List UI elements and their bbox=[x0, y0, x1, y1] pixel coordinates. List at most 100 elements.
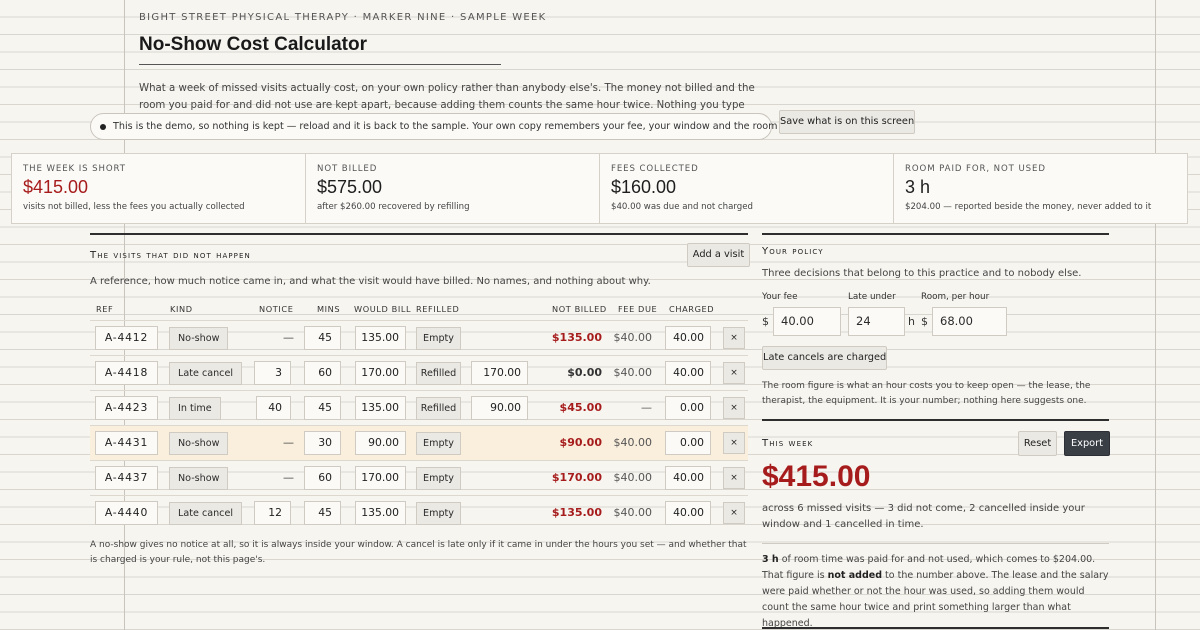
stat-room-unused: ROOM PAID FOR, NOT USED 3 h $204.00 — re… bbox=[894, 154, 1187, 223]
visit-kind-select[interactable]: No-show bbox=[169, 327, 229, 350]
notice-field[interactable]: 3 bbox=[254, 361, 291, 385]
charged-field[interactable]: 40.00 bbox=[665, 361, 711, 385]
visits-rule bbox=[90, 233, 748, 235]
fee-prefix: $ bbox=[762, 315, 769, 328]
table-row: A-4418 Late cancel 3 60 170.00 Refilled … bbox=[90, 355, 748, 390]
stat-label: ROOM PAID FOR, NOT USED bbox=[905, 164, 1046, 174]
visit-ref-field[interactable]: A-4412 bbox=[95, 326, 158, 350]
would-bill-field[interactable]: 135.00 bbox=[355, 396, 406, 420]
refilled-toggle[interactable]: Empty bbox=[416, 502, 461, 525]
refilled-toggle[interactable]: Empty bbox=[416, 432, 461, 455]
notice-value: — bbox=[283, 471, 294, 484]
visits-subtitle: A reference, how much notice came in, an… bbox=[90, 276, 651, 287]
practice-kicker: BIGHT STREET PHYSICAL THERAPY · MARKER N… bbox=[139, 12, 547, 23]
fee-due-value: — bbox=[641, 401, 652, 414]
not-billed-value: $90.00 bbox=[559, 436, 602, 449]
stat-sub: $204.00 — reported beside the money, nev… bbox=[905, 202, 1152, 212]
demo-notice: This is the demo, so nothing is kept — r… bbox=[90, 113, 803, 140]
visit-ref-field[interactable]: A-4423 bbox=[95, 396, 158, 420]
late-cancel-toggle[interactable]: Late cancels are charged bbox=[762, 346, 887, 370]
refilled-toggle[interactable]: Refilled bbox=[416, 362, 461, 385]
room-hours: 3 h bbox=[762, 554, 779, 565]
visit-ref-field[interactable]: A-4418 bbox=[95, 361, 158, 385]
recovered-field[interactable]: 170.00 bbox=[471, 361, 528, 385]
visit-kind-select[interactable]: No-show bbox=[169, 432, 229, 455]
stat-value: $160.00 bbox=[611, 177, 677, 197]
refilled-toggle[interactable]: Refilled bbox=[416, 397, 461, 420]
table-row-highlighted: A-4431 No-show — 30 90.00 Empty $90.00 $… bbox=[90, 425, 748, 460]
visit-ref-field[interactable]: A-4437 bbox=[95, 466, 158, 490]
would-bill-field[interactable]: 170.00 bbox=[355, 466, 406, 490]
remove-visit-button[interactable]: × bbox=[723, 327, 745, 349]
remove-visit-button[interactable]: × bbox=[723, 397, 745, 419]
reset-button[interactable]: Reset bbox=[1018, 431, 1057, 456]
margin-line-left bbox=[124, 0, 125, 630]
fee-label: Your fee bbox=[762, 292, 798, 302]
week-title: This week bbox=[762, 438, 814, 449]
remove-visit-button[interactable]: × bbox=[723, 502, 745, 524]
margin-line-right bbox=[1155, 0, 1156, 630]
charged-field[interactable]: 40.00 bbox=[665, 466, 711, 490]
policy-title: Your policy bbox=[762, 246, 824, 257]
remove-visit-button[interactable]: × bbox=[723, 467, 745, 489]
room-prefix: $ bbox=[921, 315, 928, 328]
late-under-field[interactable]: 24 bbox=[848, 307, 905, 336]
fee-due-value: $40.00 bbox=[613, 366, 653, 379]
table-row: A-4440 Late cancel 12 45 135.00 Empty $1… bbox=[90, 495, 748, 530]
col-notice: NOTICE bbox=[259, 304, 294, 314]
charged-field[interactable]: 40.00 bbox=[665, 326, 711, 350]
demo-notice-text: This is the demo, so nothing is kept — r… bbox=[113, 121, 804, 132]
visit-kind-select[interactable]: Late cancel bbox=[169, 502, 243, 525]
visit-kind-select[interactable]: No-show bbox=[169, 467, 229, 490]
mins-field[interactable]: 45 bbox=[304, 501, 341, 525]
recovered-field[interactable]: 90.00 bbox=[471, 396, 528, 420]
col-would-bill: WOULD BILL bbox=[354, 304, 412, 314]
visit-kind-select[interactable]: Late cancel bbox=[169, 362, 243, 385]
visit-ref-field[interactable]: A-4440 bbox=[95, 501, 158, 525]
stat-sub: $40.00 was due and not charged bbox=[611, 202, 753, 212]
would-bill-field[interactable]: 135.00 bbox=[355, 501, 406, 525]
remove-visit-button[interactable]: × bbox=[723, 432, 745, 454]
would-bill-field[interactable]: 90.00 bbox=[355, 431, 406, 455]
mins-field[interactable]: 45 bbox=[304, 326, 341, 350]
notice-field[interactable]: 40 bbox=[256, 396, 291, 420]
bottom-rule bbox=[762, 627, 1109, 629]
not-added-emphasis: not added bbox=[827, 570, 883, 581]
would-bill-field[interactable]: 170.00 bbox=[355, 361, 406, 385]
refilled-toggle[interactable]: Empty bbox=[416, 327, 461, 350]
stat-value: $415.00 bbox=[23, 177, 89, 197]
week-divider bbox=[762, 543, 1109, 544]
refilled-toggle[interactable]: Empty bbox=[416, 467, 461, 490]
charged-field[interactable]: 0.00 bbox=[665, 431, 711, 455]
notice-field[interactable]: 12 bbox=[254, 501, 291, 525]
stat-label: NOT BILLED bbox=[317, 164, 378, 174]
charged-field[interactable]: 40.00 bbox=[665, 501, 711, 525]
visit-kind-select[interactable]: In time bbox=[169, 397, 221, 420]
save-button[interactable]: Save what is on this screen bbox=[779, 110, 915, 134]
room-cost-field[interactable]: 68.00 bbox=[932, 307, 1007, 336]
room-note: The room figure is what an hour costs yo… bbox=[762, 381, 1091, 406]
col-mins: MINS bbox=[317, 304, 341, 314]
mins-field[interactable]: 60 bbox=[304, 466, 341, 490]
room-cost-label: Room, per hour bbox=[921, 292, 990, 302]
stat-value: 3 h bbox=[905, 177, 931, 197]
remove-visit-button[interactable]: × bbox=[723, 362, 745, 384]
page-title: No-Show Cost Calculator bbox=[139, 34, 368, 55]
stat-value: $575.00 bbox=[317, 177, 383, 197]
would-bill-field[interactable]: 135.00 bbox=[355, 326, 406, 350]
add-visit-button[interactable]: Add a visit bbox=[687, 243, 750, 267]
mins-field[interactable]: 60 bbox=[304, 361, 341, 385]
hours-suffix: h bbox=[908, 315, 915, 328]
not-billed-value: $170.00 bbox=[551, 471, 602, 484]
charged-field[interactable]: 0.00 bbox=[665, 396, 711, 420]
col-kind: KIND bbox=[170, 304, 193, 314]
visit-ref-field[interactable]: A-4431 bbox=[95, 431, 158, 455]
col-charged: CHARGED bbox=[669, 304, 715, 314]
stat-not-billed: NOT BILLED $575.00 after $260.00 recover… bbox=[306, 154, 600, 223]
mins-field[interactable]: 45 bbox=[304, 396, 341, 420]
col-ref: REF bbox=[96, 304, 114, 314]
mins-field[interactable]: 30 bbox=[304, 431, 341, 455]
stat-label: THE WEEK IS SHORT bbox=[23, 164, 126, 174]
fee-field[interactable]: 40.00 bbox=[773, 307, 841, 336]
export-button[interactable]: Export bbox=[1064, 431, 1110, 456]
